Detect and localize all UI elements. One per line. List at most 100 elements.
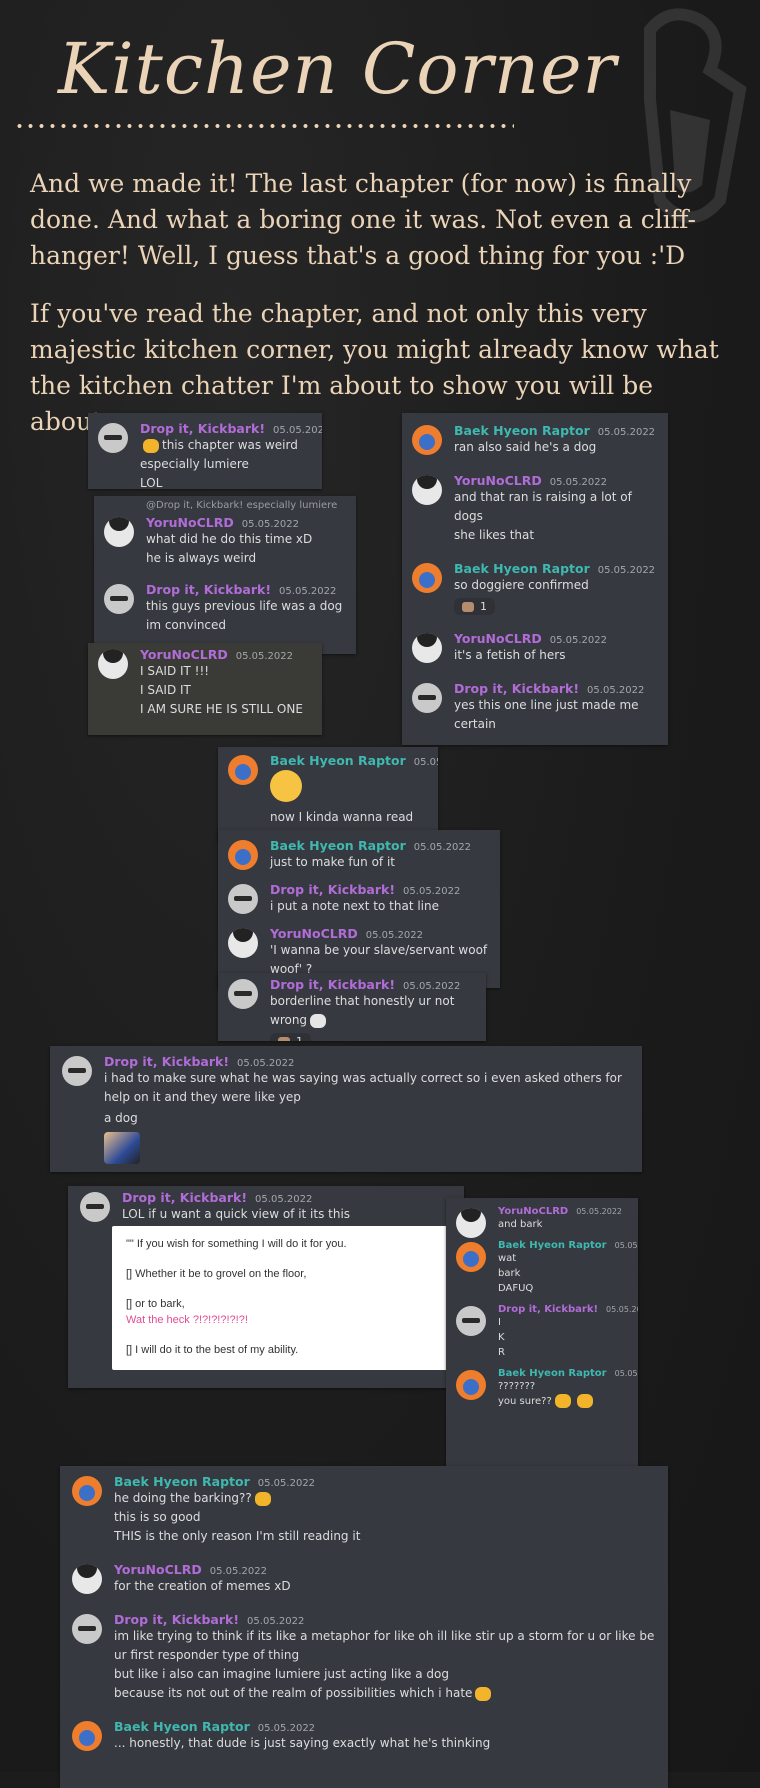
message-line: ??????? bbox=[498, 1381, 536, 1392]
message: Baek Hyeon Raptor 05.05.2022 just to make… bbox=[224, 838, 494, 872]
avatar bbox=[456, 1208, 486, 1238]
grimace-emoji-icon bbox=[475, 1686, 492, 1701]
chat-screenshot-7: Baek Hyeon Raptor 05.05.2022 he doing the… bbox=[60, 1466, 668, 1788]
timestamp: 05.05.2022 bbox=[413, 842, 472, 853]
avatar bbox=[412, 475, 442, 505]
avatar bbox=[72, 1721, 102, 1751]
skull-emoji-icon bbox=[310, 1013, 327, 1028]
sticker-image bbox=[104, 1132, 140, 1164]
username: Drop it, Kickbark! bbox=[114, 1612, 240, 1627]
username: YoruNoCLRD bbox=[140, 647, 228, 662]
avatar bbox=[412, 683, 442, 713]
message: Baek Hyeon Raptor 05.05.2022 ran also sai… bbox=[408, 423, 662, 457]
reply-reference: @Drop it, Kickbark! especially lumiere bbox=[146, 500, 338, 511]
message-line: DAFUQ bbox=[498, 1283, 534, 1294]
message: Drop it, Kickbark! 05.05.2022 this guys p… bbox=[100, 582, 350, 635]
username: Baek Hyeon Raptor bbox=[498, 1368, 607, 1379]
chat-screenshot-1b: @Drop it, Kickbark! especially lumiere Y… bbox=[94, 496, 356, 654]
username: Baek Hyeon Raptor bbox=[114, 1719, 250, 1734]
timestamp: 05.05.2022 bbox=[614, 1369, 638, 1378]
avatar bbox=[228, 840, 258, 870]
message-line: this is so good bbox=[114, 1510, 201, 1524]
reaction-badge[interactable]: 1 bbox=[454, 598, 495, 615]
message-line: what did he do this time xD bbox=[146, 532, 313, 546]
message-line: he is always weird bbox=[146, 551, 257, 565]
timestamp: 05.05.2022 bbox=[576, 1207, 623, 1216]
message-line: ... honestly, that dude is just saying e… bbox=[114, 1736, 491, 1750]
timestamp: 05.05.2022 bbox=[606, 1305, 638, 1314]
chat-screenshot-1c: YoruNoCLRD 05.05.2022 I SAID IT !!! I SAI… bbox=[88, 643, 322, 735]
dog-emoji-icon bbox=[462, 602, 474, 612]
message-line: and that ran is raising a lot of dogs bbox=[454, 490, 632, 523]
timestamp: 05.05.2022 bbox=[235, 651, 294, 662]
message-line: LOL if u want a quick view of it its thi… bbox=[122, 1207, 351, 1221]
message: YoruNoCLRD 05.05.2022 'I wanna be your sl… bbox=[224, 926, 494, 979]
timestamp: 05.05.2022 bbox=[209, 1566, 268, 1577]
username: Drop it, Kickbark! bbox=[140, 421, 266, 436]
username: Drop it, Kickbark! bbox=[270, 977, 396, 992]
message: Drop it, Kickbark! 05.05.2022 LOL if u wa… bbox=[76, 1190, 456, 1224]
username: Drop it, Kickbark! bbox=[122, 1190, 248, 1205]
avatar bbox=[456, 1370, 486, 1400]
chat-screenshot-3c: Drop it, Kickbark! 05.05.2022 borderline … bbox=[218, 973, 486, 1041]
message-line: especially lumiere bbox=[140, 457, 249, 471]
page: Kitchen Corner And we made it! The last … bbox=[0, 0, 760, 1788]
timestamp: 05.05.2022 bbox=[413, 757, 438, 768]
timestamp: 05.05.2022 bbox=[257, 1723, 316, 1734]
message-line: im like trying to think if its like a me… bbox=[114, 1629, 655, 1662]
message: YoruNoCLRD 05.05.2022 I SAID IT !!! I SAI… bbox=[94, 647, 316, 719]
message: YoruNoCLRD 05.05.2022 and that ran is rai… bbox=[408, 473, 662, 545]
message-line: this chapter was weird bbox=[140, 436, 316, 455]
username: Baek Hyeon Raptor bbox=[454, 561, 590, 576]
message: Baek Hyeon Raptor 05.05.2022 ... honestly… bbox=[68, 1719, 660, 1753]
username: YoruNoCLRD bbox=[454, 473, 542, 488]
username: YoruNoCLRD bbox=[114, 1562, 202, 1577]
timestamp: 05.05.2022 bbox=[365, 930, 424, 941]
message: Drop it, Kickbark! 05.05.2022 im like try… bbox=[68, 1612, 660, 1703]
avatar bbox=[72, 1564, 102, 1594]
message: Drop it, Kickbark! 05.05.2022 i put a not… bbox=[224, 882, 494, 916]
message: Drop it, Kickbark! 05.05.2022 I K R bbox=[452, 1304, 638, 1360]
timestamp: 05.05.2022 bbox=[403, 981, 461, 992]
message-line: ran also said he's a dog bbox=[454, 440, 597, 454]
username: Drop it, Kickbark! bbox=[146, 582, 272, 597]
avatar bbox=[456, 1242, 486, 1272]
message-line: LOL bbox=[140, 476, 163, 489]
message-line: R bbox=[498, 1347, 505, 1358]
message: YoruNoCLRD 05.05.2022 for the creation of… bbox=[68, 1562, 660, 1596]
timestamp: 05.05.2022 bbox=[549, 477, 608, 488]
avatar bbox=[104, 517, 134, 547]
chat-screenshot-4: Drop it, Kickbark! 05.05.2022 i had to ma… bbox=[50, 1046, 642, 1172]
avatar bbox=[456, 1306, 486, 1336]
username: YoruNoCLRD bbox=[146, 515, 234, 530]
message-line: she likes that bbox=[454, 528, 535, 542]
message-line: I SAID IT bbox=[140, 683, 191, 697]
message-line: a dog bbox=[104, 1111, 138, 1125]
message: YoruNoCLRD 05.05.2022 and bark bbox=[452, 1206, 632, 1238]
message-line: and bark bbox=[498, 1219, 543, 1230]
message-line: bark bbox=[498, 1268, 521, 1279]
chat-screenshot-3a: Baek Hyeon Raptor05.05.2022 now I kinda … bbox=[218, 747, 438, 841]
message-line: this guys previous life was a dog bbox=[146, 599, 343, 613]
reaction-badge[interactable]: 1 bbox=[270, 1033, 311, 1041]
message-line: for the creation of memes xD bbox=[114, 1579, 291, 1593]
laughing-emoji-icon bbox=[576, 1394, 593, 1408]
message: YoruNoCLRD 05.05.2022 what did he do this… bbox=[100, 515, 350, 568]
avatar bbox=[228, 979, 258, 1009]
intro-paragraph-1: And we made it! The last chapter (for no… bbox=[30, 169, 697, 270]
username: Baek Hyeon Raptor bbox=[498, 1240, 607, 1251]
username: Baek Hyeon Raptor bbox=[270, 753, 406, 768]
timestamp: 05.05.2022 bbox=[279, 586, 337, 597]
message-line: just to make fun of it bbox=[270, 855, 396, 869]
timestamp: 05.05.2022 bbox=[549, 635, 608, 646]
timestamp: 05.05.2022 bbox=[237, 1058, 295, 1069]
message-line: K bbox=[498, 1332, 505, 1343]
message-line: i put a note next to that line bbox=[270, 899, 440, 913]
username: YoruNoCLRD bbox=[270, 926, 358, 941]
username: Baek Hyeon Raptor bbox=[270, 838, 406, 853]
avatar bbox=[104, 584, 134, 614]
chat-screenshot-6: YoruNoCLRD 05.05.2022 and bark Baek Hyeon… bbox=[446, 1198, 638, 1468]
message-line: i had to make sure what he was saying wa… bbox=[104, 1071, 622, 1104]
message: Baek Hyeon Raptor 05.05.2022 wat bark DAF… bbox=[452, 1240, 638, 1296]
avatar bbox=[98, 423, 128, 453]
